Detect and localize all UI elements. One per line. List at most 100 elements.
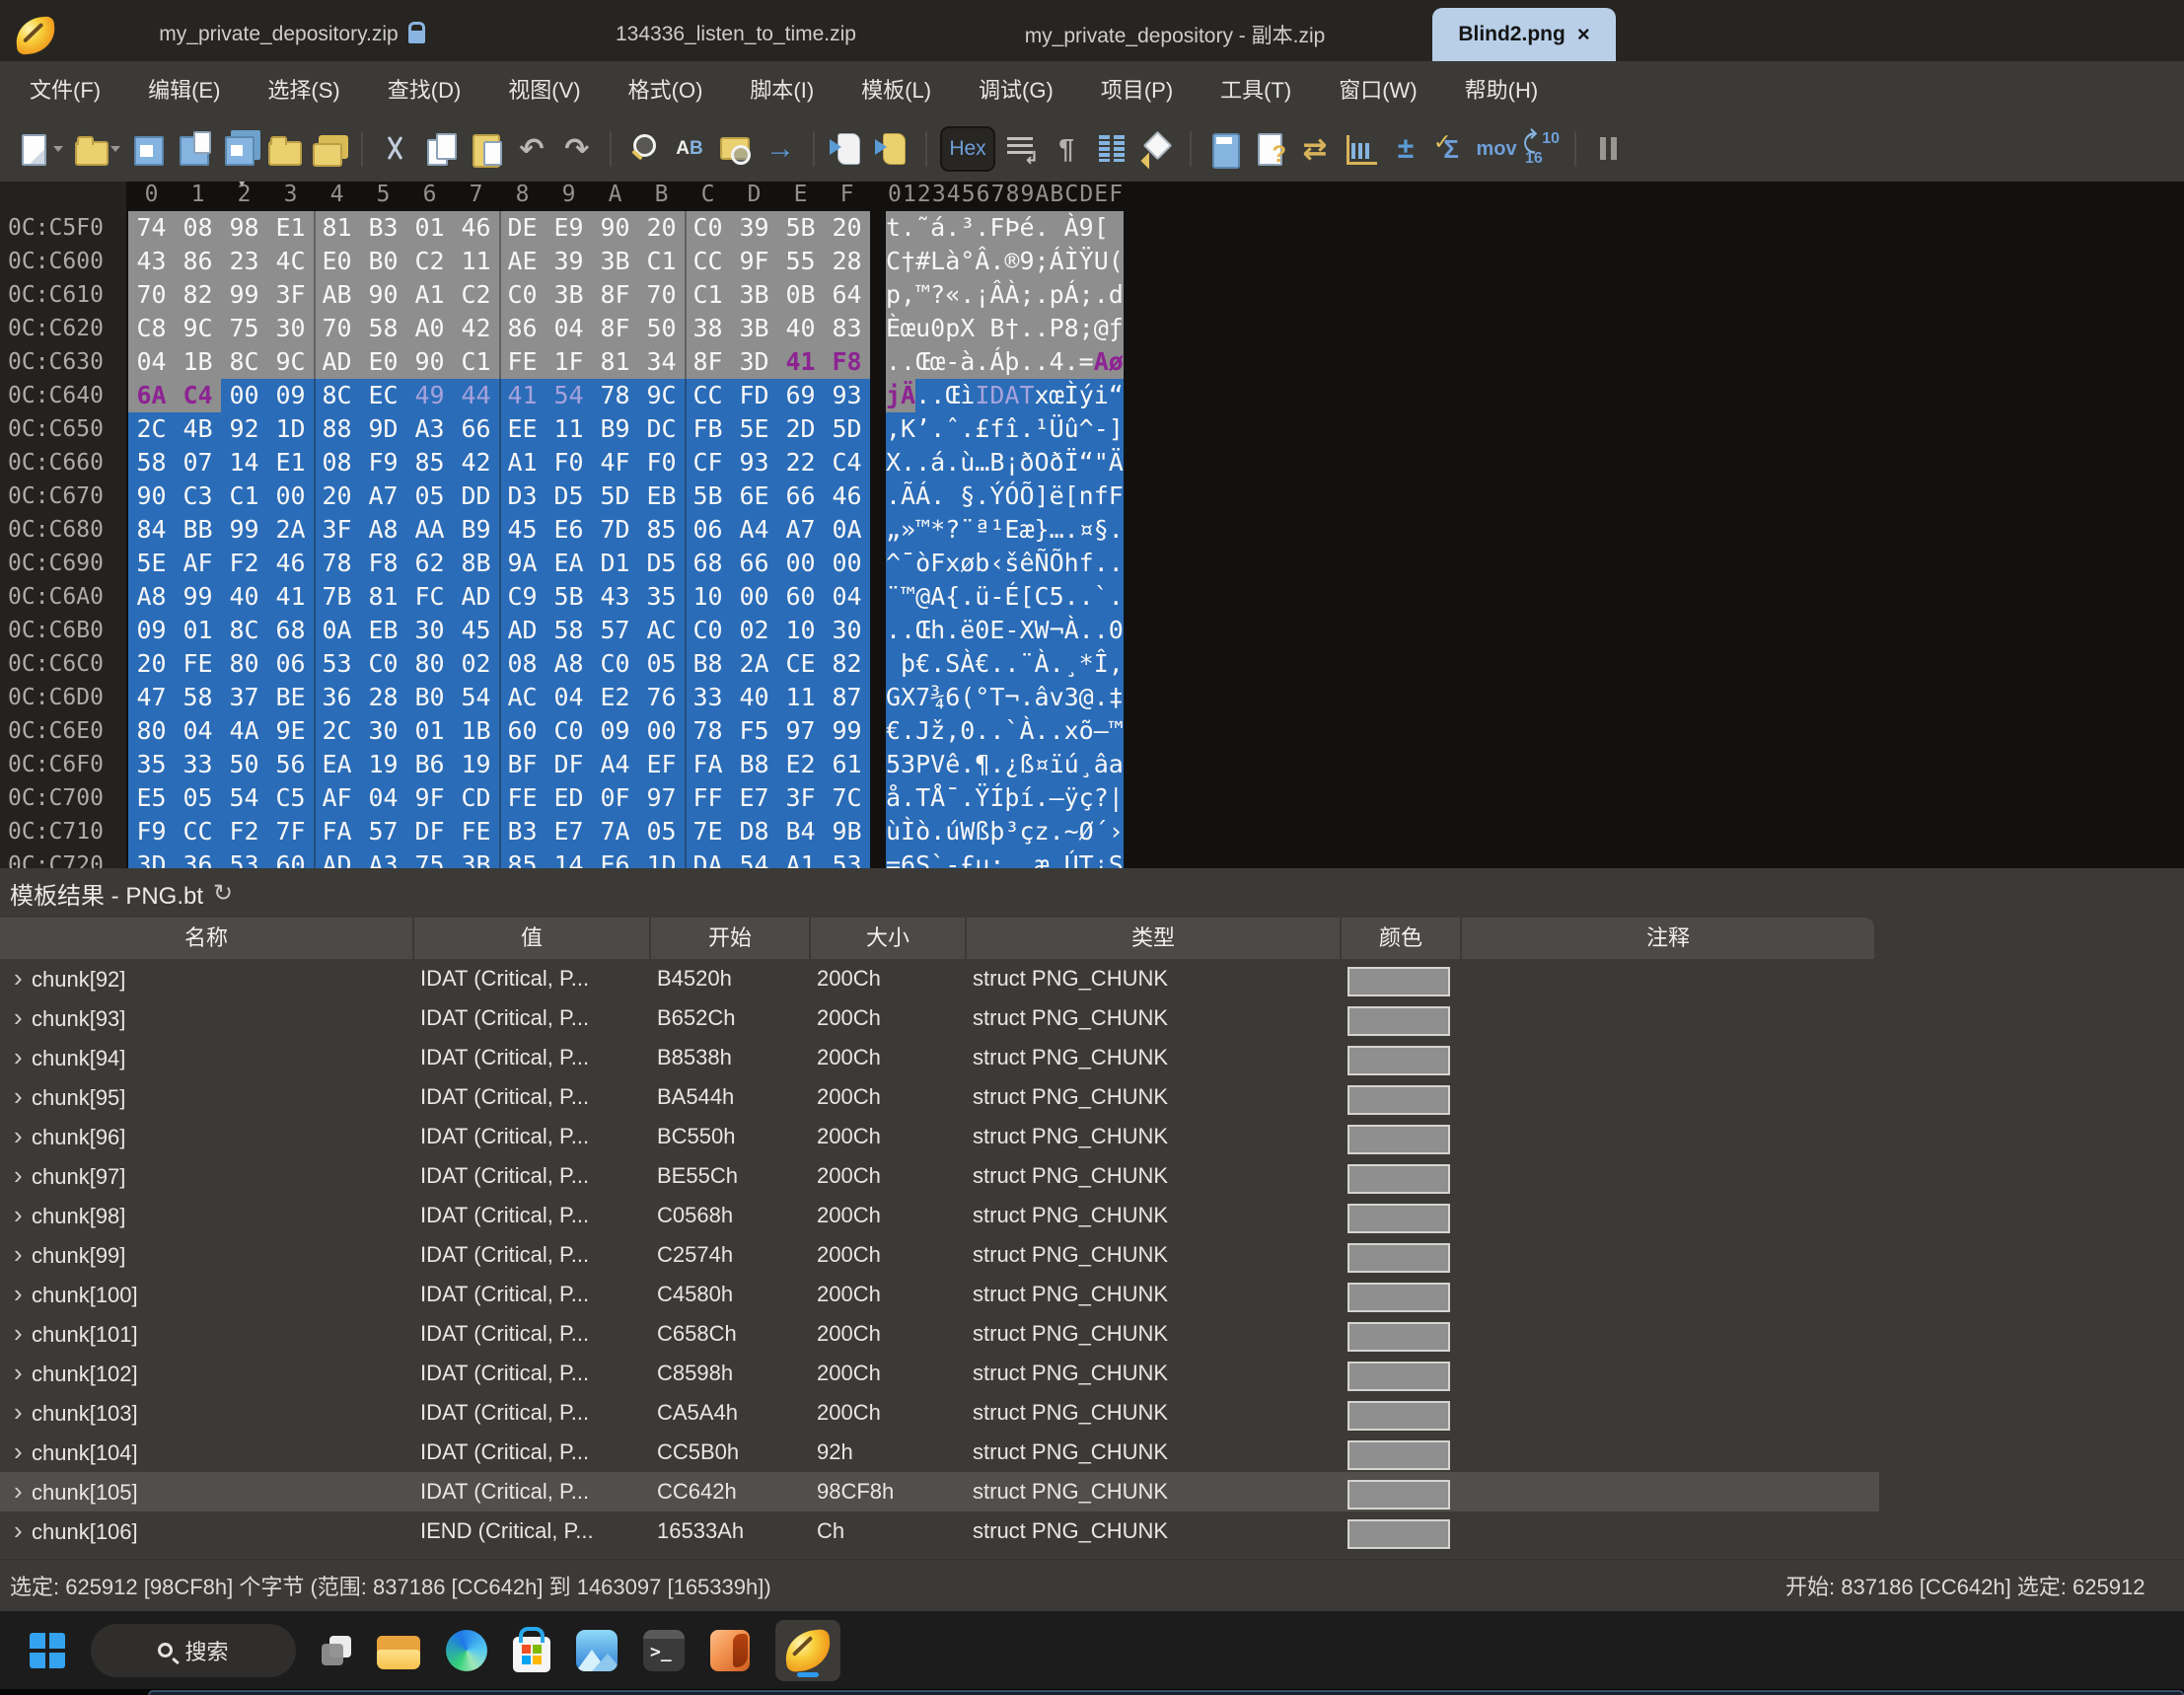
hex-byte[interactable]: 80 xyxy=(221,647,267,681)
table-row[interactable]: ›chunk[100]IDAT (Critical, P...C4580h200… xyxy=(0,1275,1879,1314)
hex-byte[interactable]: 04 xyxy=(360,781,406,815)
hex-byte[interactable]: B0 xyxy=(360,245,406,278)
hex-byte[interactable]: 86 xyxy=(499,312,546,345)
hex-byte[interactable]: FC xyxy=(406,580,453,614)
hex-byte[interactable]: 5E xyxy=(731,412,777,446)
expand-chevron-icon[interactable]: › xyxy=(2,1432,32,1471)
hex-byte[interactable]: C8 xyxy=(128,312,175,345)
hex-byte[interactable]: 74 xyxy=(128,211,175,245)
hex-byte[interactable]: F5 xyxy=(731,714,777,748)
hex-byte[interactable]: 1D xyxy=(638,848,685,868)
hex-byte[interactable]: 02 xyxy=(731,614,777,647)
hex-byte[interactable]: 42 xyxy=(453,312,499,345)
char-panel-row[interactable]: å.TÅ¯.ŸÍþí.—ÿç?| xyxy=(886,781,1138,815)
color-swatch[interactable] xyxy=(1347,1204,1450,1233)
hex-byte[interactable]: 7E xyxy=(685,815,731,848)
hex-byte[interactable]: F0 xyxy=(638,446,685,479)
hex-byte[interactable]: 55 xyxy=(777,245,824,278)
hex-byte[interactable]: 54 xyxy=(221,781,267,815)
menu-item-12[interactable]: 窗口(W) xyxy=(1325,67,1430,111)
hex-byte[interactable]: 8F xyxy=(592,278,638,312)
hex-byte[interactable]: E6 xyxy=(546,513,592,547)
save-button[interactable] xyxy=(127,129,167,169)
hex-editor[interactable]: 0123456789ABCDEF0123456789ABCDEF▼ 0C:C5F… xyxy=(0,182,2184,868)
hex-byte[interactable]: 99 xyxy=(221,278,267,312)
hex-byte[interactable]: 68 xyxy=(685,547,731,580)
word-wrap-button[interactable] xyxy=(1001,129,1041,169)
paste-button[interactable] xyxy=(467,129,506,169)
edge-button[interactable] xyxy=(446,1630,487,1671)
pause-button[interactable] xyxy=(1589,129,1629,169)
hex-byte[interactable]: F9 xyxy=(360,446,406,479)
char-panel-row[interactable]: ¨™@A{.ü-É[C5..`. xyxy=(886,580,1138,614)
hex-byte[interactable]: 00 xyxy=(638,714,685,748)
hex-byte[interactable]: 35 xyxy=(128,748,175,781)
hex-byte[interactable]: 28 xyxy=(360,681,406,714)
hex-byte[interactable]: AE xyxy=(499,245,546,278)
run-template-button[interactable] xyxy=(873,129,912,169)
table-row[interactable]: ›chunk[105]IDAT (Critical, P...CC642h98C… xyxy=(0,1472,1879,1511)
hex-byte[interactable]: 8C xyxy=(314,379,360,412)
hex-byte[interactable]: CC xyxy=(685,379,731,412)
hex-byte[interactable]: 6A xyxy=(128,379,175,412)
hex-byte[interactable]: EA xyxy=(314,748,360,781)
char-panel-row[interactable]: =6S`-£u;..æ.ÚT¡S xyxy=(886,848,1138,868)
hex-byte[interactable]: 5B xyxy=(777,211,824,245)
save-as-button[interactable] xyxy=(173,129,212,169)
hex-byte[interactable]: 98 xyxy=(221,211,267,245)
find-button[interactable] xyxy=(624,129,664,169)
hex-byte[interactable]: 99 xyxy=(824,714,870,748)
hex-byte[interactable]: 97 xyxy=(777,714,824,748)
tab-file-active[interactable]: Blind2.png × xyxy=(1432,8,1616,61)
hex-byte[interactable]: 58 xyxy=(546,614,592,647)
hex-byte[interactable]: 8C xyxy=(221,345,267,379)
hex-byte[interactable]: 44 xyxy=(453,379,499,412)
hex-byte[interactable]: 39 xyxy=(546,245,592,278)
hex-byte[interactable]: E5 xyxy=(128,781,175,815)
hex-byte[interactable]: 61 xyxy=(824,748,870,781)
color-swatch[interactable] xyxy=(1347,1125,1450,1154)
hex-byte[interactable]: 2D xyxy=(777,412,824,446)
hex-byte[interactable]: 90 xyxy=(592,211,638,245)
hex-byte[interactable]: 41 xyxy=(267,580,314,614)
hex-byte[interactable]: 57 xyxy=(592,614,638,647)
hex-byte[interactable]: 92 xyxy=(221,412,267,446)
hex-byte[interactable]: AD xyxy=(314,848,360,868)
menu-item-2[interactable]: 编辑(E) xyxy=(134,67,234,111)
char-panel-row[interactable]: ^¯òFxøb‹šêÑÕhf.. xyxy=(886,547,1138,580)
hex-byte[interactable]: BB xyxy=(175,513,221,547)
hex-byte[interactable]: DF xyxy=(406,815,453,848)
hex-byte[interactable]: 53 xyxy=(314,647,360,681)
menu-item-7[interactable]: 脚本(I) xyxy=(736,67,828,111)
hex-byte[interactable]: E1 xyxy=(267,211,314,245)
hex-byte[interactable]: 85 xyxy=(638,513,685,547)
hex-byte[interactable]: C9 xyxy=(499,580,546,614)
hex-byte[interactable]: 7D xyxy=(592,513,638,547)
menu-item-1[interactable]: 文件(F) xyxy=(16,67,114,111)
hex-byte[interactable]: 81 xyxy=(314,211,360,245)
hex-byte[interactable]: E0 xyxy=(314,245,360,278)
hex-byte[interactable]: 09 xyxy=(592,714,638,748)
hex-byte[interactable]: 93 xyxy=(731,446,777,479)
column-header-7[interactable]: 注释 xyxy=(1460,918,1874,959)
menu-item-4[interactable]: 查找(D) xyxy=(374,67,475,111)
hex-byte[interactable]: 39 xyxy=(731,211,777,245)
refresh-icon[interactable]: ↻ xyxy=(213,879,233,908)
hex-byte[interactable]: 04 xyxy=(175,714,221,748)
hex-byte[interactable]: 97 xyxy=(638,781,685,815)
expand-chevron-icon[interactable]: › xyxy=(2,1234,32,1274)
hex-byte[interactable]: 8B xyxy=(453,547,499,580)
hex-byte[interactable]: 81 xyxy=(592,345,638,379)
table-row[interactable]: ›chunk[101]IDAT (Critical, P...C658Ch200… xyxy=(0,1314,1879,1354)
hex-byte[interactable]: 22 xyxy=(777,446,824,479)
chevron-down-icon[interactable] xyxy=(53,146,63,152)
table-row[interactable]: ›chunk[104]IDAT (Critical, P...CC5B0h92h… xyxy=(0,1433,1879,1472)
hex-byte[interactable]: A4 xyxy=(731,513,777,547)
color-swatch[interactable] xyxy=(1347,1006,1450,1036)
hex-byte[interactable]: 04 xyxy=(128,345,175,379)
hex-byte[interactable]: C1 xyxy=(221,479,267,513)
hex-byte[interactable]: 90 xyxy=(406,345,453,379)
find-in-files-button[interactable] xyxy=(715,129,755,169)
hex-byte[interactable]: F0 xyxy=(546,446,592,479)
char-panel-row[interactable]: 53PVê.¶.¿ß¤ïú¸âa xyxy=(886,748,1138,781)
